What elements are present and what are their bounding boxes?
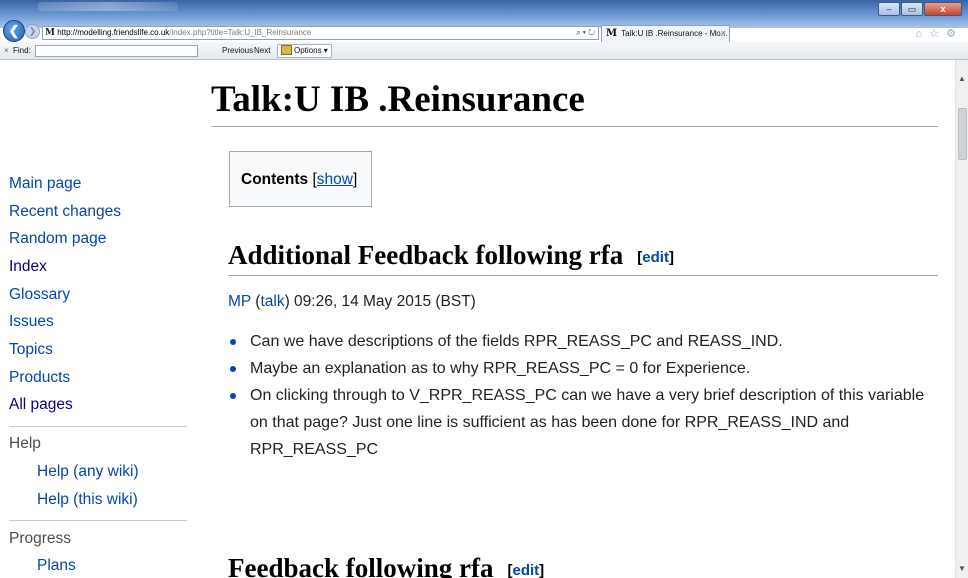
sidebar-item-help-this-wiki[interactable]: Help (this wiki) — [37, 491, 138, 509]
forward-arrow-icon[interactable]: ❯ — [25, 24, 40, 39]
sidebar-item-glossary[interactable]: Glossary — [9, 286, 70, 304]
edit-section: [edit] — [637, 249, 674, 266]
toc-label: Contents — [241, 171, 309, 188]
sidebar-item-plans[interactable]: Plans — [37, 557, 76, 575]
tab-close-icon[interactable]: × — [721, 26, 726, 41]
tab-favicon-icon: M — [606, 28, 618, 39]
sidebar-item-recent-changes[interactable]: Recent changes — [9, 203, 121, 221]
address-host: http://modelling.friendslife.co.uk — [57, 28, 170, 37]
edit-section: [edit] — [507, 562, 544, 578]
sidebar-item-products[interactable]: Products — [9, 369, 70, 387]
sidebar: Main page Recent changes Random page Ind… — [0, 60, 200, 578]
scroll-thumb[interactable] — [958, 108, 967, 160]
home-favorites-settings-icons[interactable]: ⌂ ☆ ⚙ — [916, 27, 958, 40]
list-item: Can we have descriptions of the fields R… — [230, 328, 930, 355]
sidebar-heading-progress: Progress — [9, 530, 72, 547]
vertical-scrollbar[interactable]: ▲ ▼ — [955, 60, 968, 578]
find-previous-button[interactable]: Previous — [222, 42, 253, 59]
sidebar-item-main-page[interactable]: Main page — [9, 175, 81, 193]
signature-talk-link[interactable]: talk — [260, 293, 284, 310]
minimize-button[interactable]: – — [878, 2, 900, 16]
sidebar-item-random-page[interactable]: Random page — [9, 230, 106, 248]
feedback-list: Can we have descriptions of the fields R… — [230, 328, 930, 463]
signature-user-link[interactable]: MP — [228, 293, 251, 310]
find-next-button[interactable]: Next — [254, 42, 270, 59]
section-heading: Additional Feedback following rfa [edit] — [228, 240, 674, 271]
find-options-label: Options ▾ — [294, 46, 328, 55]
search-refresh-controls[interactable]: ⌕ ▾ ↻ — [576, 27, 595, 39]
list-item: On clicking through to V_RPR_REASS_PC ca… — [230, 382, 930, 463]
signature: MP (talk) 09:26, 14 May 2015 (BST) — [228, 293, 476, 311]
tab-title: Talk:U IB .Reinsurance - Mo... — [621, 29, 728, 38]
back-arrow-icon[interactable]: ❮ — [3, 20, 25, 42]
scroll-up-arrow-icon[interactable]: ▲ — [956, 72, 968, 86]
sidebar-item-all-pages[interactable]: All pages — [9, 396, 73, 414]
find-options-button[interactable]: Options ▾ — [277, 44, 332, 58]
signature-timestamp: ) 09:26, 14 May 2015 (BST) — [284, 293, 476, 310]
title-divider — [211, 126, 938, 127]
list-item: Maybe an explanation as to why RPR_REASS… — [230, 355, 930, 382]
address-path: /index.php?title=Talk:U_IB_Reinsurance — [169, 28, 312, 37]
window-controls: – ▭ x — [877, 2, 962, 16]
edit-bracket-close: ] — [668, 249, 674, 266]
section-divider — [228, 275, 938, 276]
find-close-icon[interactable]: × — [4, 42, 9, 59]
page-title: Talk:U IB .Reinsurance — [211, 79, 585, 120]
edit-bracket-close: ] — [539, 562, 545, 578]
section-heading: Feedback following rfa [edit] — [228, 553, 544, 578]
sidebar-item-index[interactable]: Index — [9, 258, 47, 276]
find-input[interactable] — [35, 45, 198, 57]
toc-show-toggle[interactable]: show — [317, 171, 353, 188]
section-heading-text: Additional Feedback following rfa — [228, 240, 624, 270]
browser-titlebar: – ▭ x — [0, 0, 968, 28]
sidebar-divider — [9, 426, 187, 427]
scroll-down-arrow-icon[interactable]: ▼ — [956, 562, 968, 576]
sidebar-item-help-any-wiki[interactable]: Help (any wiki) — [37, 463, 139, 481]
address-bar[interactable]: M http://modelling.friendslife.co.uk/ind… — [42, 26, 599, 40]
browser-tab-active[interactable]: M Talk:U IB .Reinsurance - Mo... × — [601, 25, 730, 42]
sidebar-divider — [9, 520, 187, 521]
edit-section-link[interactable]: edit — [642, 249, 669, 266]
sidebar-item-topics[interactable]: Topics — [9, 341, 53, 359]
find-bar: × Find: Previous Next Options ▾ — [0, 42, 968, 60]
close-window-button[interactable]: x — [924, 2, 962, 16]
toc-bracket-close: ] — [352, 171, 358, 188]
edit-section-link[interactable]: edit — [512, 562, 539, 578]
site-favicon-icon: M — [45, 28, 55, 38]
section-heading-text: Feedback following rfa — [228, 553, 494, 578]
table-of-contents: Contents [show] — [229, 151, 372, 207]
sidebar-heading-help: Help — [9, 435, 41, 452]
pencil-icon — [281, 45, 292, 55]
sidebar-item-issues[interactable]: Issues — [9, 313, 54, 331]
find-label: Find: — [13, 46, 31, 55]
maximize-button[interactable]: ▭ — [901, 2, 923, 16]
background-tab-blur — [38, 2, 178, 11]
main-content: Talk:U IB .Reinsurance Contents [show] A… — [200, 60, 955, 578]
